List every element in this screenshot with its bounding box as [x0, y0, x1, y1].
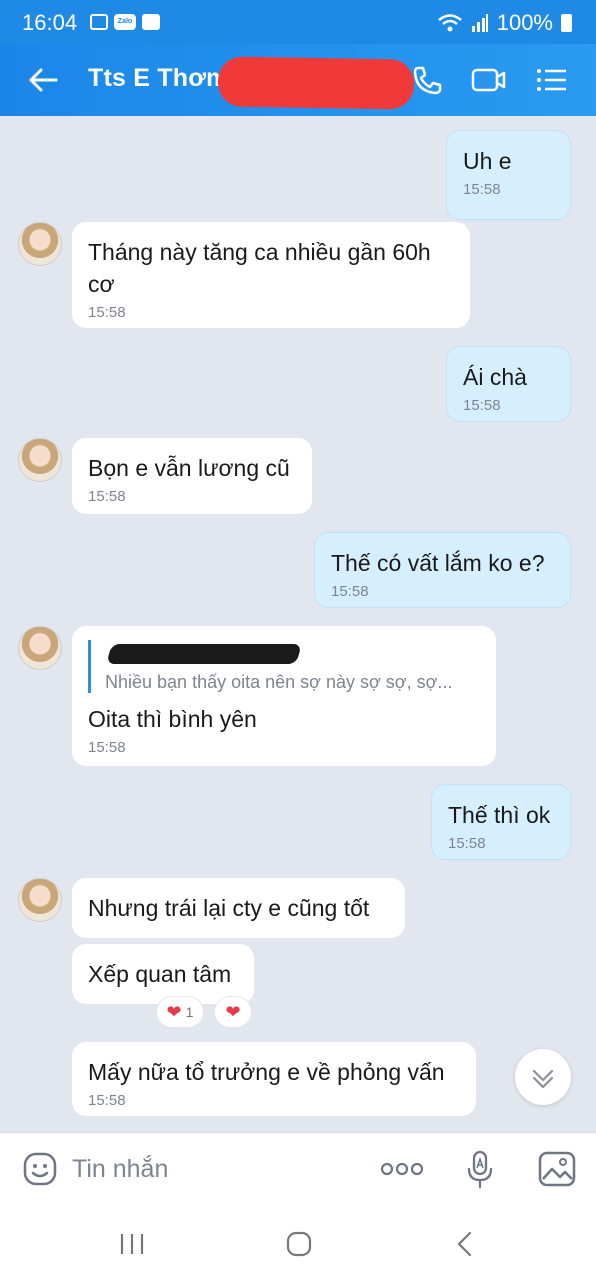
quoted-message[interactable]: Nhiều bạn thấy oita nên sợ này sợ sợ, sợ…	[88, 640, 480, 693]
message-text: Xếp quan tâm	[88, 961, 232, 987]
status-notification-icons: Zalo	[90, 14, 160, 30]
chevron-down-icon	[532, 1069, 554, 1089]
message-text: Thế có vất lắm ko e?	[331, 550, 545, 576]
quoted-author-redacted	[105, 640, 480, 666]
message-text: Oita thì bình yên	[88, 706, 257, 732]
message-text: Bọn e vẫn lương cũ	[88, 455, 290, 481]
home-icon[interactable]	[281, 1226, 317, 1262]
recent-apps-icon[interactable]	[114, 1226, 150, 1262]
avatar[interactable]	[18, 438, 62, 482]
redaction-mark	[217, 56, 415, 110]
message-text: Nhưng trái lại cty e cũng tốt	[88, 895, 370, 921]
redaction-mark	[106, 644, 302, 664]
avatar[interactable]	[18, 626, 62, 670]
message-bubble-received[interactable]: Xếp quan tâm	[72, 944, 254, 1004]
emoji-icon[interactable]	[22, 1151, 58, 1187]
mic-icon[interactable]	[464, 1149, 496, 1189]
battery-percent: 100%	[496, 10, 553, 35]
message-bubble-received[interactable]: Bọn e vẫn lương cũ 15:58	[72, 438, 312, 514]
message-time: 15:58	[88, 304, 126, 321]
message-input[interactable]	[72, 1151, 352, 1187]
wifi-icon	[437, 14, 462, 32]
menu-icon[interactable]	[534, 62, 570, 98]
avatar[interactable]	[18, 878, 62, 922]
avatar[interactable]	[18, 222, 62, 266]
message-bubble-sent[interactable]: Uh e 15:58	[446, 130, 571, 220]
check-notification-icon	[142, 14, 160, 30]
message-text: Thế thì ok	[448, 802, 551, 828]
gallery-notification-icon	[90, 14, 108, 30]
message-bubble-received[interactable]: Mấy nữa tổ trưởng e về phỏng vấn 15:58	[72, 1042, 476, 1116]
message-text: Mấy nữa tổ trưởng e về phỏng vấn	[88, 1059, 445, 1085]
reaction-count: 1	[185, 1004, 194, 1020]
status-right: 100%	[437, 10, 572, 36]
video-call-icon[interactable]	[470, 62, 506, 98]
contact-name[interactable]: Tts E Thơm	[88, 64, 229, 93]
heart-icon: ❤	[225, 1001, 241, 1022]
message-time: 15:58	[88, 488, 126, 505]
status-time: 16:04	[22, 10, 78, 35]
message-bubble-sent[interactable]: Thế thì ok 15:58	[431, 784, 571, 860]
status-bar: 16:04 Zalo 100%	[0, 0, 596, 44]
phone-icon[interactable]	[410, 62, 446, 98]
message-bubble-sent[interactable]: Thế có vất lắm ko e? 15:58	[314, 532, 571, 608]
heart-icon: ❤	[166, 1001, 182, 1022]
add-reaction-button[interactable]: ❤	[214, 996, 252, 1028]
zalo-notification-icon: Zalo	[114, 14, 136, 30]
message-bubble-sent[interactable]: Ái chà 15:58	[446, 346, 571, 422]
message-input-bar	[0, 1132, 596, 1204]
chat-header: Tts E Thơm	[0, 44, 596, 116]
back-arrow-icon[interactable]	[26, 62, 62, 98]
message-time: 15:58	[463, 397, 501, 414]
message-text: Ái chà	[463, 364, 527, 390]
image-icon[interactable]	[538, 1151, 576, 1187]
message-bubble-received[interactable]: Nhưng trái lại cty e cũng tốt	[72, 878, 405, 938]
reaction-badge[interactable]: ❤ 1	[156, 996, 204, 1028]
battery-icon	[561, 14, 572, 32]
message-time: 15:58	[463, 181, 501, 198]
message-text: Uh e	[463, 148, 512, 174]
signal-icon	[471, 14, 488, 32]
back-icon[interactable]	[448, 1226, 484, 1262]
quoted-text: Nhiều bạn thấy oita nên sợ này sợ sợ, sợ…	[105, 672, 453, 692]
message-text: Tháng này tăng ca nhiều gần 60h cơ	[88, 239, 431, 297]
system-navigation-bar	[0, 1204, 596, 1280]
message-time: 15:58	[88, 1092, 126, 1109]
message-time: 15:58	[331, 583, 369, 600]
more-icon[interactable]	[380, 1157, 424, 1181]
message-bubble-received[interactable]: Nhiều bạn thấy oita nên sợ này sợ sợ, sợ…	[72, 626, 496, 766]
message-bubble-received[interactable]: Tháng này tăng ca nhiều gần 60h cơ 15:58	[72, 222, 470, 328]
chat-area[interactable]: Uh e 15:58 Tháng này tăng ca nhiều gần 6…	[0, 116, 596, 1132]
message-time: 15:58	[88, 739, 126, 756]
message-time: 15:58	[448, 835, 486, 852]
scroll-down-button[interactable]	[515, 1049, 571, 1105]
